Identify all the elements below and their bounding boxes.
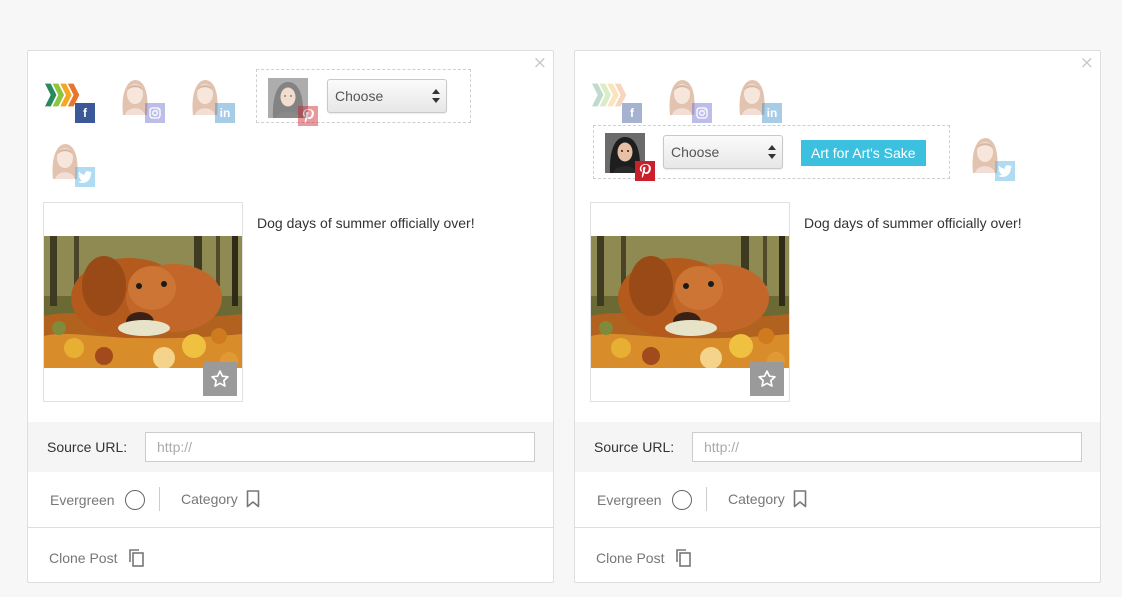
select-value: Choose	[335, 88, 384, 104]
evergreen-radio[interactable]	[671, 490, 692, 510]
post-card-1: × f in Choose Dog days of summer officia…	[27, 50, 554, 583]
post-card-2: × f in Choose Art for Art's Sake Dog day…	[574, 50, 1101, 583]
favorite-button[interactable]	[203, 362, 237, 396]
pinterest-group: Choose	[256, 69, 471, 126]
account-linkedin[interactable]: in	[185, 75, 237, 125]
copy-icon	[676, 549, 692, 567]
close-icon[interactable]: ×	[533, 55, 547, 72]
account-linkedin[interactable]: in	[732, 75, 784, 125]
pinterest-group: Choose Art for Art's Sake	[593, 125, 950, 181]
linkedin-icon: in	[215, 103, 235, 123]
pinterest-board-select[interactable]: Choose	[327, 79, 447, 113]
pinterest-icon	[635, 161, 655, 181]
board-tag-button[interactable]: Art for Art's Sake	[801, 140, 926, 166]
evergreen-toggle[interactable]: Evergreen	[597, 490, 692, 510]
source-url-row: Source URL:	[28, 422, 553, 472]
category-label: Category	[181, 491, 238, 507]
source-url-row: Source URL:	[575, 422, 1100, 472]
source-url-input[interactable]	[145, 432, 535, 462]
clone-post-button[interactable]: Clone Post	[49, 548, 145, 568]
close-icon[interactable]: ×	[1080, 55, 1094, 72]
copy-icon	[129, 549, 145, 567]
category-label: Category	[728, 491, 785, 507]
twitter-icon	[75, 167, 95, 187]
pinterest-board-select[interactable]: Choose	[663, 135, 783, 169]
evergreen-label: Evergreen	[50, 492, 115, 508]
post-caption[interactable]: Dog days of summer officially over!	[257, 215, 475, 231]
bookmark-icon	[246, 490, 260, 508]
dog-photo	[44, 236, 242, 368]
source-url-label: Source URL:	[47, 439, 128, 455]
facebook-icon: f	[75, 103, 95, 123]
favorite-button[interactable]	[750, 362, 784, 396]
linkedin-icon: in	[762, 103, 782, 123]
account-pinterest[interactable]	[268, 78, 320, 128]
select-arrows-icon	[432, 89, 440, 103]
select-arrows-icon	[768, 145, 776, 159]
account-instagram[interactable]	[115, 75, 167, 125]
post-caption[interactable]: Dog days of summer officially over!	[804, 215, 1022, 231]
twitter-icon	[995, 161, 1015, 181]
divider	[706, 487, 707, 511]
bookmark-icon	[793, 490, 807, 508]
category-button[interactable]: Category	[181, 490, 260, 508]
select-value: Choose	[671, 144, 720, 160]
star-icon	[758, 370, 776, 387]
category-button[interactable]: Category	[728, 490, 807, 508]
source-url-input[interactable]	[692, 432, 1082, 462]
instagram-icon	[692, 103, 712, 123]
clone-row: Clone Post	[575, 528, 1100, 583]
post-image-box[interactable]	[43, 202, 243, 402]
clone-post-label: Clone Post	[596, 550, 665, 566]
account-twitter[interactable]	[965, 133, 1017, 183]
clone-post-button[interactable]: Clone Post	[596, 548, 692, 568]
star-icon	[211, 370, 229, 387]
clone-post-label: Clone Post	[49, 550, 118, 566]
instagram-icon	[145, 103, 165, 123]
source-url-label: Source URL:	[594, 439, 675, 455]
divider	[159, 487, 160, 511]
dog-photo	[591, 236, 789, 368]
pinterest-icon	[298, 106, 318, 126]
options-row: Evergreen Category	[28, 472, 553, 528]
clone-row: Clone Post	[28, 528, 553, 583]
account-facebook[interactable]: f	[592, 75, 644, 125]
facebook-icon: f	[622, 103, 642, 123]
options-row: Evergreen Category	[575, 472, 1100, 528]
account-instagram[interactable]	[662, 75, 714, 125]
account-facebook[interactable]: f	[45, 75, 97, 125]
evergreen-label: Evergreen	[597, 492, 662, 508]
post-image-box[interactable]	[590, 202, 790, 402]
account-twitter[interactable]	[45, 139, 97, 189]
evergreen-radio[interactable]	[124, 490, 145, 510]
evergreen-toggle[interactable]: Evergreen	[50, 490, 145, 510]
account-pinterest[interactable]	[605, 133, 657, 183]
